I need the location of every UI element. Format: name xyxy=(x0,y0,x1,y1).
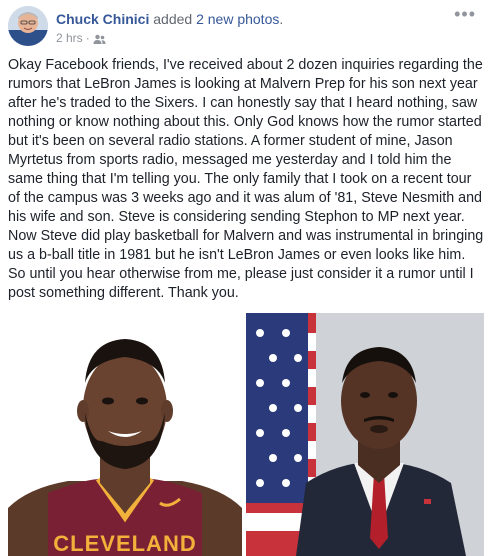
post-action-suffix: . xyxy=(279,11,284,27)
photos-link[interactable]: 2 new photos xyxy=(196,11,279,27)
post-header: Chuck Chinici added 2 new photos. 2 hrs … xyxy=(0,0,490,52)
more-options-icon[interactable]: ••• xyxy=(454,4,476,25)
post-text: Okay Facebook friends, I've received abo… xyxy=(8,57,484,301)
jersey-text: CLEVELAND xyxy=(53,531,196,556)
photo-official[interactable] xyxy=(246,313,484,556)
author-name[interactable]: Chuck Chinici xyxy=(56,11,149,27)
photo-grid: CLEVELAND xyxy=(8,313,484,556)
post-meta: 2 hrs · xyxy=(56,30,106,46)
post-title-line: Chuck Chinici added 2 new photos. xyxy=(56,10,283,28)
avatar[interactable] xyxy=(8,6,48,46)
friends-icon[interactable] xyxy=(93,33,106,44)
timestamp[interactable]: 2 hrs xyxy=(56,30,83,46)
photo-player[interactable]: CLEVELAND xyxy=(8,313,244,556)
post-action: added xyxy=(153,11,193,27)
meta-separator: · xyxy=(85,31,90,45)
